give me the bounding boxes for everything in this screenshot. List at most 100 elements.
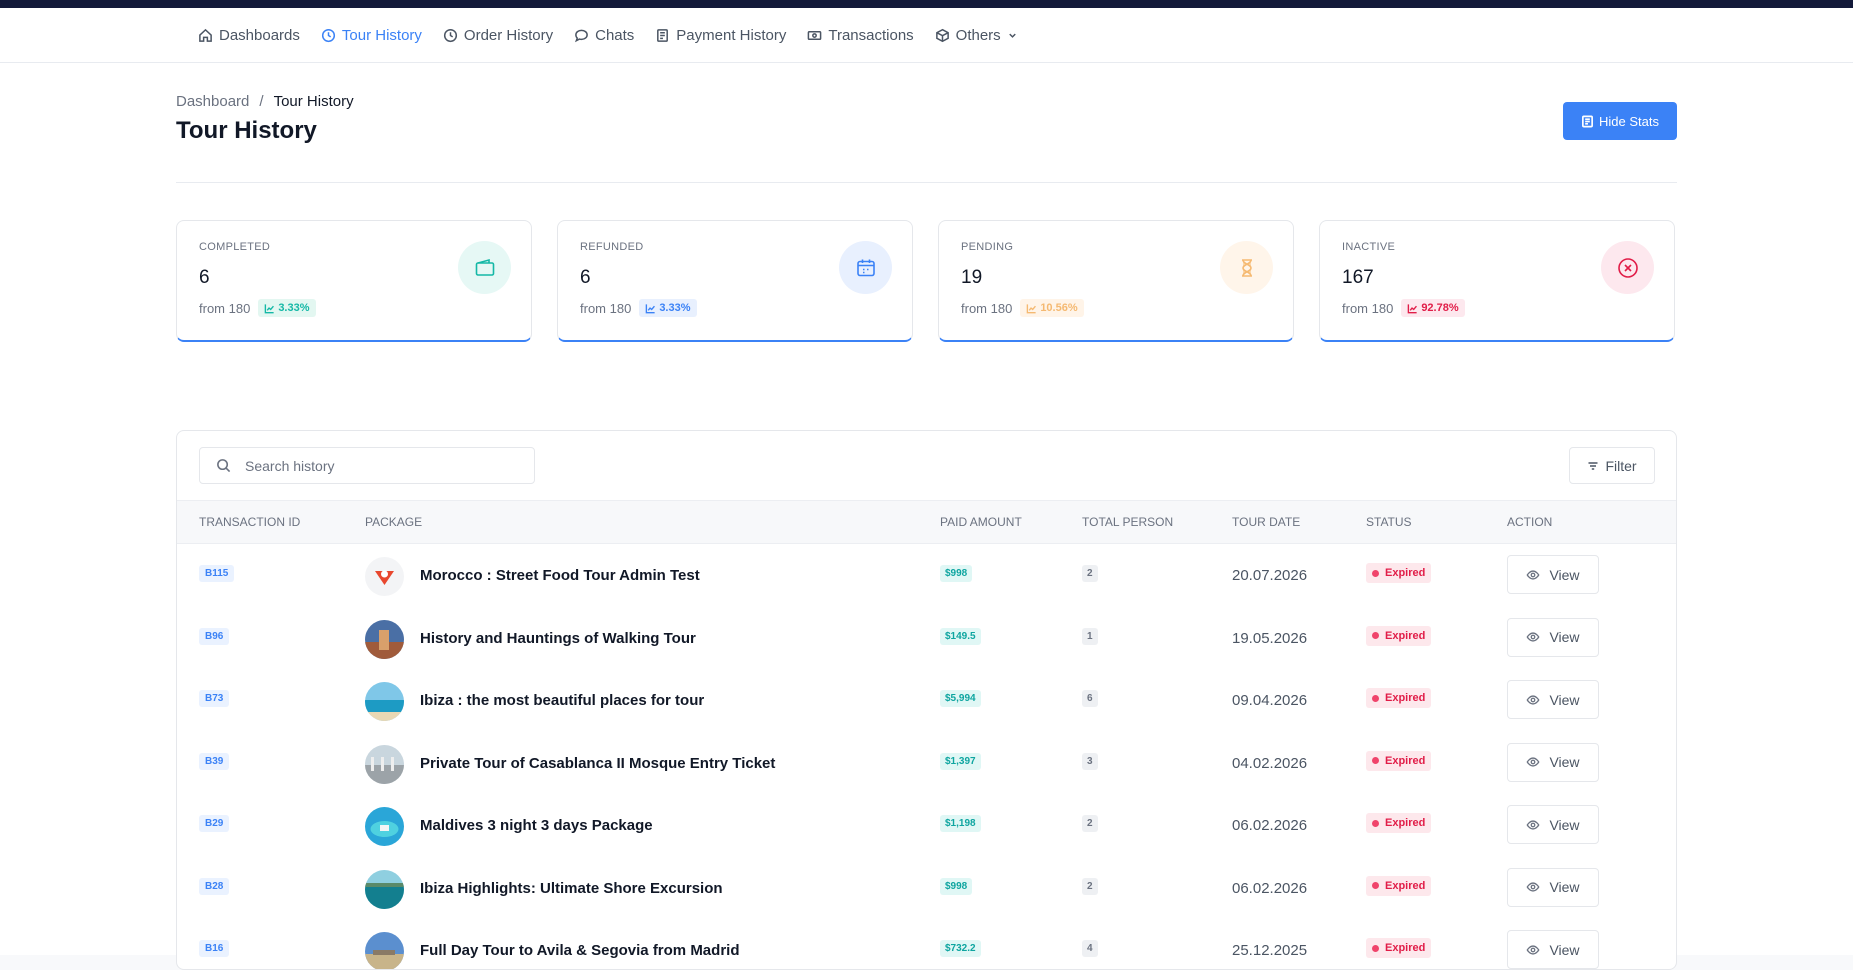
total-person: 2: [1082, 565, 1098, 582]
tour-date: 09.04.2026: [1232, 692, 1308, 709]
close-circle-icon: [1601, 241, 1654, 294]
transaction-id[interactable]: B73: [199, 690, 230, 707]
table-header: TRANSACTION ID PACKAGE PAID AMOUNT TOTAL…: [177, 500, 1676, 544]
nav-chats[interactable]: Chats: [574, 27, 634, 44]
status-text: Expired: [1385, 942, 1426, 954]
view-label: View: [1549, 816, 1580, 833]
stat-from-row: from 180 3.33%: [199, 299, 509, 317]
status-dot: [1372, 944, 1379, 952]
search-input[interactable]: [245, 457, 505, 474]
eye-icon: [1527, 757, 1540, 767]
view-button[interactable]: View: [1507, 742, 1599, 782]
transaction-id[interactable]: B28: [199, 877, 230, 895]
stat-from-row: from 180 10.56%: [961, 299, 1271, 317]
money-icon: [808, 30, 822, 40]
col-total-person[interactable]: TOTAL PERSON: [1082, 515, 1173, 529]
stat-from-row: from 180 3.33%: [580, 299, 890, 317]
table-row: B16 Full Day Tour to Avila & Segovia fro…: [177, 919, 1676, 969]
package-name[interactable]: Ibiza : the most beautiful places for to…: [420, 692, 704, 709]
nav-dashboards[interactable]: Dashboards: [198, 27, 300, 44]
transaction-id[interactable]: B96: [199, 627, 230, 645]
breadcrumb-separator: /: [259, 93, 264, 110]
status-text: Expired: [1385, 692, 1426, 704]
trend-icon: [1408, 303, 1418, 313]
table-row: B29 Maldives 3 night 3 days Package $1,1…: [177, 794, 1676, 857]
package-name[interactable]: Private Tour of Casablanca II Mosque Ent…: [420, 755, 775, 772]
view-button[interactable]: View: [1507, 805, 1599, 844]
view-label: View: [1549, 754, 1580, 770]
filter-label: Filter: [1605, 457, 1637, 474]
table-row: B73 Ibiza : the most beautiful places fo…: [177, 669, 1676, 732]
transaction-id[interactable]: B39: [199, 752, 230, 770]
status-dot: [1372, 569, 1379, 577]
package-name[interactable]: Morocco : Street Food Tour Admin Test: [420, 567, 700, 584]
search-box[interactable]: [199, 447, 535, 484]
stat-percent: 3.33%: [659, 302, 691, 314]
status-badge: Expired: [1366, 875, 1432, 896]
tour-date: 06.02.2026: [1232, 879, 1308, 897]
view-button[interactable]: View: [1507, 867, 1599, 907]
trend-icon: [646, 303, 656, 313]
package-thumbnail: [365, 869, 404, 909]
status-dot: [1372, 819, 1379, 827]
view-button[interactable]: View: [1507, 680, 1599, 719]
package-thumbnail: [365, 682, 404, 721]
package-name[interactable]: Full Day Tour to Avila & Segovia from Ma…: [420, 942, 739, 959]
receipt-icon: [657, 28, 669, 42]
stat-percent: 3.33%: [278, 302, 310, 314]
stat-percent-badge: 3.33%: [639, 299, 697, 317]
view-label: View: [1549, 691, 1580, 708]
table-row: B115 Morocco : Street Food Tour Admin Te…: [177, 544, 1676, 607]
status-badge: Expired: [1366, 688, 1432, 708]
search-icon: [217, 459, 231, 473]
filter-button[interactable]: Filter: [1569, 447, 1655, 484]
table-row: B39 Private Tour of Casablanca II Mosque…: [177, 732, 1676, 795]
package-name[interactable]: Maldives 3 night 3 days Package: [420, 817, 653, 834]
table-row: B28 Ibiza Highlights: Ultimate Shore Exc…: [177, 857, 1676, 920]
nav-payment-history[interactable]: Payment History: [655, 27, 786, 44]
stat-card-refunded: REFUNDED 6 from 180 3.33%: [557, 220, 913, 342]
nav-transactions[interactable]: Transactions: [807, 27, 914, 44]
col-transaction-id[interactable]: TRANSACTION ID: [199, 515, 300, 529]
view-button[interactable]: View: [1507, 930, 1599, 969]
package-name[interactable]: Ibiza Highlights: Ultimate Shore Excursi…: [420, 880, 723, 897]
transaction-id[interactable]: B29: [199, 815, 230, 832]
nav-tour-history[interactable]: Tour History: [321, 27, 422, 44]
transaction-id[interactable]: B115: [199, 565, 235, 582]
breadcrumb: Dashboard / Tour History: [176, 93, 354, 110]
status-text: Expired: [1385, 629, 1426, 642]
status-text: Expired: [1385, 754, 1426, 767]
chevron-down-icon: [1008, 33, 1016, 38]
nav-others[interactable]: Others: [935, 27, 1018, 44]
tour-date: 20.07.2026: [1232, 567, 1308, 584]
col-status[interactable]: STATUS: [1366, 515, 1412, 529]
hide-stats-button[interactable]: Hide Stats: [1563, 102, 1677, 140]
package-name[interactable]: History and Hauntings of Walking Tour: [420, 630, 696, 647]
col-package[interactable]: PACKAGE: [365, 515, 422, 529]
paid-amount: $149.5: [940, 627, 981, 645]
paid-amount: $732.2: [940, 940, 981, 957]
trend-icon: [265, 303, 275, 313]
stat-from: from 180: [580, 300, 632, 316]
transaction-id[interactable]: B16: [199, 940, 230, 957]
col-tour-date[interactable]: TOUR DATE: [1232, 515, 1300, 529]
wallet-icon: [458, 241, 511, 294]
stat-from: from 180: [199, 300, 251, 316]
status-badge: Expired: [1366, 625, 1432, 646]
col-paid-amount[interactable]: PAID AMOUNT: [940, 515, 1022, 529]
tour-date: 04.02.2026: [1232, 754, 1308, 772]
breadcrumb-dashboard-link[interactable]: Dashboard: [176, 93, 249, 110]
home-icon: [199, 28, 212, 42]
view-button[interactable]: View: [1507, 555, 1599, 594]
table-row: B96 History and Hauntings of Walking Tou…: [177, 607, 1676, 670]
calendar-icon: [839, 241, 892, 294]
status-dot: [1372, 882, 1379, 889]
status-badge: Expired: [1366, 938, 1432, 958]
main-content: Dashboard / Tour History Tour History Hi…: [0, 63, 1853, 970]
view-button[interactable]: View: [1507, 617, 1599, 657]
nav-order-history[interactable]: Order History: [443, 27, 553, 44]
paid-amount: $1,198: [940, 815, 981, 832]
total-person: 4: [1082, 940, 1098, 957]
package-thumbnail: [365, 619, 404, 659]
header-divider: [176, 182, 1677, 183]
